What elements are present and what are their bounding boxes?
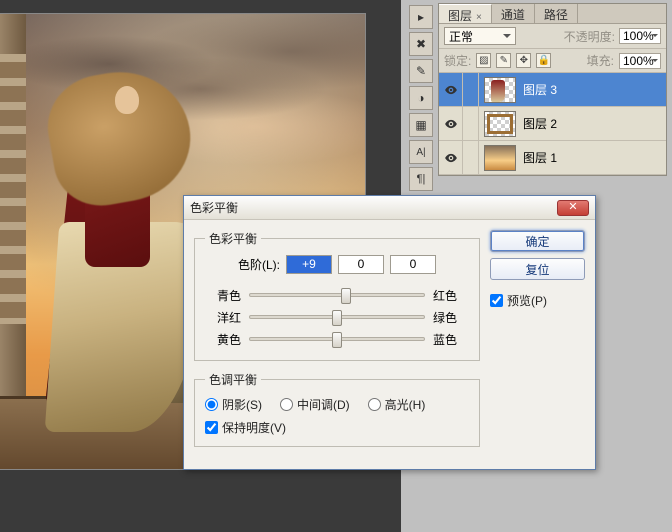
fill-input[interactable]: 100% — [619, 53, 661, 69]
layers-panel: 图层× 通道 路径 正常 不透明度: 100% 锁定: ▨ ✎ ✥ 🔒 填充: … — [438, 3, 667, 176]
tool-icon-3[interactable]: ✎ — [409, 59, 433, 83]
color-balance-group: 色彩平衡 色阶(L): +9 0 0 青色 红色洋红 绿色黄色 蓝色 — [194, 230, 480, 361]
layer-thumbnail[interactable] — [484, 77, 516, 103]
visibility-toggle[interactable] — [439, 107, 463, 140]
slider-left-label: 青色 — [205, 287, 241, 304]
tab-paths-label: 路径 — [544, 8, 568, 22]
level-value-2[interactable]: 0 — [390, 255, 436, 274]
color-slider-0[interactable] — [249, 293, 425, 297]
reset-button[interactable]: 复位 — [490, 258, 585, 280]
opacity-label: 不透明度: — [564, 28, 615, 45]
layer-row-2[interactable]: 图层 2 — [439, 107, 666, 141]
layer-thumbnail[interactable] — [484, 111, 516, 137]
tone-balance-legend: 色调平衡 — [205, 371, 261, 388]
tool-icon-7[interactable]: ¶| — [409, 167, 433, 191]
tab-channels[interactable]: 通道 — [492, 4, 535, 23]
slider-row-0: 青色 红色 — [205, 284, 469, 306]
checkbox-preserve-luminosity[interactable]: 保持明度(V) — [205, 419, 286, 436]
checkbox-preview[interactable]: 预览(P) — [490, 292, 547, 309]
blend-mode-value: 正常 — [449, 30, 473, 44]
slider-right-label: 蓝色 — [433, 331, 469, 348]
slider-row-1: 洋红 绿色 — [205, 306, 469, 328]
radio-midtones-input[interactable] — [280, 398, 293, 411]
lock-transparent-icon[interactable]: ▨ — [476, 53, 491, 68]
layer-name: 图层 2 — [523, 115, 557, 132]
ok-button[interactable]: 确定 — [490, 230, 585, 252]
level-value-0[interactable]: +9 — [286, 255, 332, 274]
layer-name: 图层 1 — [523, 149, 557, 166]
fill-label: 填充: — [587, 52, 614, 69]
color-balance-legend: 色彩平衡 — [205, 230, 261, 247]
tool-icon-6[interactable]: A| — [409, 140, 433, 164]
lock-all-icon[interactable]: 🔒 — [536, 53, 551, 68]
opacity-input[interactable]: 100% — [619, 28, 661, 44]
slider-right-label: 绿色 — [433, 309, 469, 326]
layer-name: 图层 3 — [523, 81, 557, 98]
slider-left-label: 黄色 — [205, 331, 241, 348]
tool-icon-4[interactable]: ◑ — [409, 86, 433, 110]
opacity-value: 100% — [623, 29, 654, 43]
tab-layers[interactable]: 图层 × — [439, 4, 492, 23]
tone-balance-group: 色调平衡 阴影(S) 中间调(D) 高光(H) 保持明度(V) — [194, 371, 480, 447]
lock-paint-icon[interactable]: ✎ — [496, 53, 511, 68]
level-label: 色阶(L): — [238, 256, 280, 273]
lock-label: 锁定: — [444, 52, 471, 69]
blend-mode-select[interactable]: 正常 — [444, 27, 516, 45]
layer-row-3[interactable]: 图层 3 — [439, 73, 666, 107]
tool-options-strip: ▸ ✖ ✎ ◑ ▦ A| ¶| — [408, 2, 434, 194]
color-balance-dialog: 色彩平衡 ✕ 色彩平衡 色阶(L): +9 0 0 青色 红色洋红 绿色黄色 蓝色 色… — [183, 195, 596, 470]
tab-paths[interactable]: 路径 — [535, 4, 578, 23]
lock-move-icon[interactable]: ✥ — [516, 53, 531, 68]
layer-row-1[interactable]: 图层 1 — [439, 141, 666, 175]
checkbox-preserve-input[interactable] — [205, 421, 218, 434]
checkbox-preview-input[interactable] — [490, 294, 503, 307]
radio-highlights-input[interactable] — [368, 398, 381, 411]
slider-right-label: 红色 — [433, 287, 469, 304]
layer-list: 图层 3 图层 2 图层 1 — [439, 73, 666, 175]
close-button[interactable]: ✕ — [557, 200, 589, 216]
tool-icon-2[interactable]: ✖ — [409, 32, 433, 56]
radio-shadows-input[interactable] — [205, 398, 218, 411]
layer-thumbnail[interactable] — [484, 145, 516, 171]
fill-value: 100% — [623, 54, 654, 68]
dialog-title: 色彩平衡 — [190, 199, 238, 216]
tool-icon-1[interactable]: ▸ — [409, 5, 433, 29]
slider-left-label: 洋红 — [205, 309, 241, 326]
visibility-toggle[interactable] — [439, 141, 463, 174]
color-slider-2[interactable] — [249, 337, 425, 341]
dialog-titlebar[interactable]: 色彩平衡 ✕ — [184, 196, 595, 220]
tool-icon-5[interactable]: ▦ — [409, 113, 433, 137]
tab-close-indicator: × — [476, 12, 482, 23]
color-slider-1[interactable] — [249, 315, 425, 319]
slider-row-2: 黄色 蓝色 — [205, 328, 469, 350]
tab-channels-label: 通道 — [501, 8, 525, 22]
radio-midtones[interactable]: 中间调(D) — [280, 396, 350, 413]
panel-tabs: 图层 × 通道 路径 — [439, 4, 666, 24]
level-value-1[interactable]: 0 — [338, 255, 384, 274]
radio-shadows[interactable]: 阴影(S) — [205, 396, 262, 413]
visibility-toggle[interactable] — [439, 73, 463, 106]
radio-highlights[interactable]: 高光(H) — [368, 396, 426, 413]
tab-layers-label: 图层 — [448, 9, 472, 23]
